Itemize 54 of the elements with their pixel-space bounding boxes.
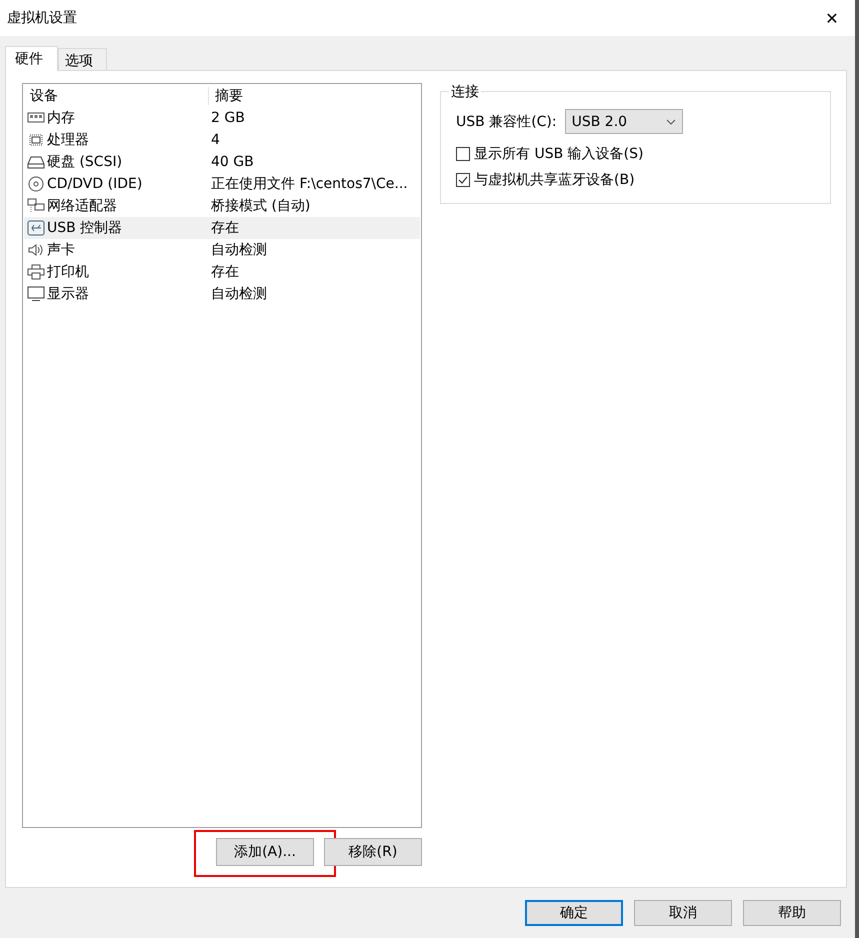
device-row[interactable]: USB 控制器 存在: [24, 217, 420, 239]
device-name: 网络适配器: [47, 197, 117, 215]
device-row[interactable]: 硬盘 (SCSI) 40 GB: [24, 151, 420, 173]
speaker-icon: [27, 242, 45, 258]
device-summary: 存在: [210, 263, 240, 281]
device-name: 处理器: [47, 131, 89, 149]
checkbox[interactable]: [456, 147, 470, 161]
compat-dropdown[interactable]: USB 2.0: [564, 109, 683, 134]
dialog-button[interactable]: 帮助: [743, 900, 841, 926]
column-header: 设备: [29, 87, 59, 105]
group-title: 连接: [449, 83, 481, 101]
device-summary: 存在: [210, 219, 240, 237]
device-summary: 2 GB: [210, 110, 246, 126]
dialog-button[interactable]: 添加(A)...: [216, 838, 314, 866]
window-title: 虚拟机设置: [7, 9, 77, 27]
disc-icon: [27, 176, 45, 192]
device-name: CD/DVD (IDE): [47, 176, 142, 192]
monitor-icon: [27, 286, 45, 302]
device-summary: 自动检测: [210, 241, 268, 259]
chip-icon: [27, 132, 45, 148]
printer-icon: [27, 264, 45, 280]
field-label: USB 兼容性(C):: [456, 112, 557, 130]
device-row[interactable]: 网络适配器 桥接模式 (自动): [24, 195, 420, 217]
checkbox[interactable]: [456, 173, 470, 187]
tab[interactable]: 选项: [58, 48, 107, 70]
device-summary: 桥接模式 (自动): [210, 197, 312, 215]
device-row[interactable]: CD/DVD (IDE) 正在使用文件 F:\centos7\Ce...: [24, 173, 420, 195]
device-row[interactable]: 声卡 自动检测: [24, 239, 420, 261]
column-header: 摘要: [208, 87, 420, 105]
device-row[interactable]: 显示器 自动检测: [24, 283, 420, 305]
tab[interactable]: 硬件: [5, 46, 58, 71]
device-summary: 自动检测: [210, 285, 268, 303]
dialog-button[interactable]: 取消: [634, 900, 732, 926]
usb-icon: [27, 220, 45, 236]
device-summary: 40 GB: [210, 154, 255, 170]
device-name: 内存: [47, 109, 75, 127]
device-name: USB 控制器: [47, 219, 122, 237]
device-name: 打印机: [47, 263, 89, 281]
caret-icon: [666, 118, 676, 124]
device-name: 显示器: [47, 285, 89, 303]
drive-icon: [27, 154, 45, 170]
device-name: 硬盘 (SCSI): [47, 153, 122, 171]
network-icon: [27, 198, 45, 214]
device-summary: 正在使用文件 F:\centos7\Ce...: [210, 175, 409, 193]
checkbox-label: 与虚拟机共享蓝牙设备(B): [474, 171, 635, 189]
device-row[interactable]: 打印机 存在: [24, 261, 420, 283]
device-row[interactable]: 处理器 4: [24, 129, 420, 151]
close-button[interactable]: ✕: [809, 0, 855, 36]
device-name: 声卡: [47, 241, 75, 259]
dialog-button[interactable]: 移除(R): [324, 838, 422, 866]
dialog-button[interactable]: 确定: [525, 900, 623, 926]
checkbox-label: 显示所有 USB 输入设备(S): [474, 145, 644, 163]
device-row[interactable]: 内存 2 GB: [24, 107, 420, 129]
device-summary: 4: [210, 132, 221, 148]
